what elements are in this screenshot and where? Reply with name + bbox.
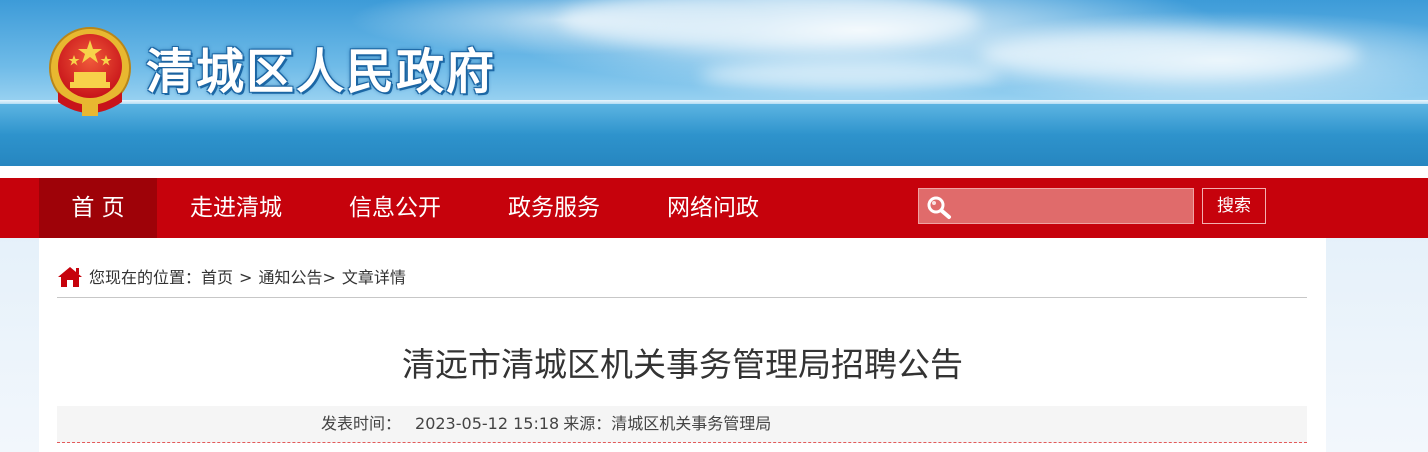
search-input[interactable] — [957, 191, 1191, 223]
nav-item-info-disclosure[interactable]: 信息公开 — [327, 178, 463, 238]
site-title: 清城区人民政府 — [146, 44, 497, 100]
nav-item-gov-services[interactable]: 政务服务 — [486, 178, 622, 238]
nav-item-about-qingcheng[interactable]: 走进清城 — [168, 178, 304, 238]
breadcrumb-home-link[interactable]: 首页 — [201, 268, 233, 287]
home-icon — [58, 266, 82, 287]
breadcrumb-separator: > — [322, 268, 336, 287]
header-divider — [0, 166, 1428, 178]
article-title: 清远市清城区机关事务管理局招聘公告 — [402, 345, 963, 384]
breadcrumb-divider — [57, 297, 1307, 298]
national-emblem-icon — [49, 27, 131, 116]
breadcrumb-prefix: 您现在的位置： — [89, 268, 202, 287]
search-icon — [927, 196, 951, 219]
article-meta-bar: 发表时间： 2023-05-12 15:18 来源：清城区机关事务管理局 — [57, 406, 1307, 443]
breadcrumb-separator: > — [239, 268, 253, 287]
search-box — [918, 188, 1194, 224]
search-button[interactable]: 搜索 — [1202, 188, 1266, 224]
breadcrumb-notices-link[interactable]: 通知公告 — [258, 268, 322, 287]
publish-time-value: 2023-05-12 15:18 — [415, 414, 560, 433]
breadcrumb-current: 文章详情 — [341, 268, 406, 287]
main-navbar: 首 页 走进清城 信息公开 政务服务 网络问政 搜索 — [0, 178, 1428, 238]
source-label: 来源： — [563, 414, 612, 433]
header-banner: 清城区人民政府 — [0, 0, 1428, 166]
publish-time-label: 发表时间： — [321, 414, 402, 433]
nav-item-home[interactable]: 首 页 — [39, 178, 157, 238]
breadcrumb: 您现在的位置：首页 > 通知公告> 文章详情 — [57, 260, 406, 296]
article-container: 您现在的位置：首页 > 通知公告> 文章详情 清远市清城区机关事务管理局招聘公告 发表… — [39, 238, 1326, 452]
source-value: 清城区机关事务管理局 — [611, 414, 772, 433]
nav-item-online-inquiry[interactable]: 网络问政 — [645, 178, 781, 238]
